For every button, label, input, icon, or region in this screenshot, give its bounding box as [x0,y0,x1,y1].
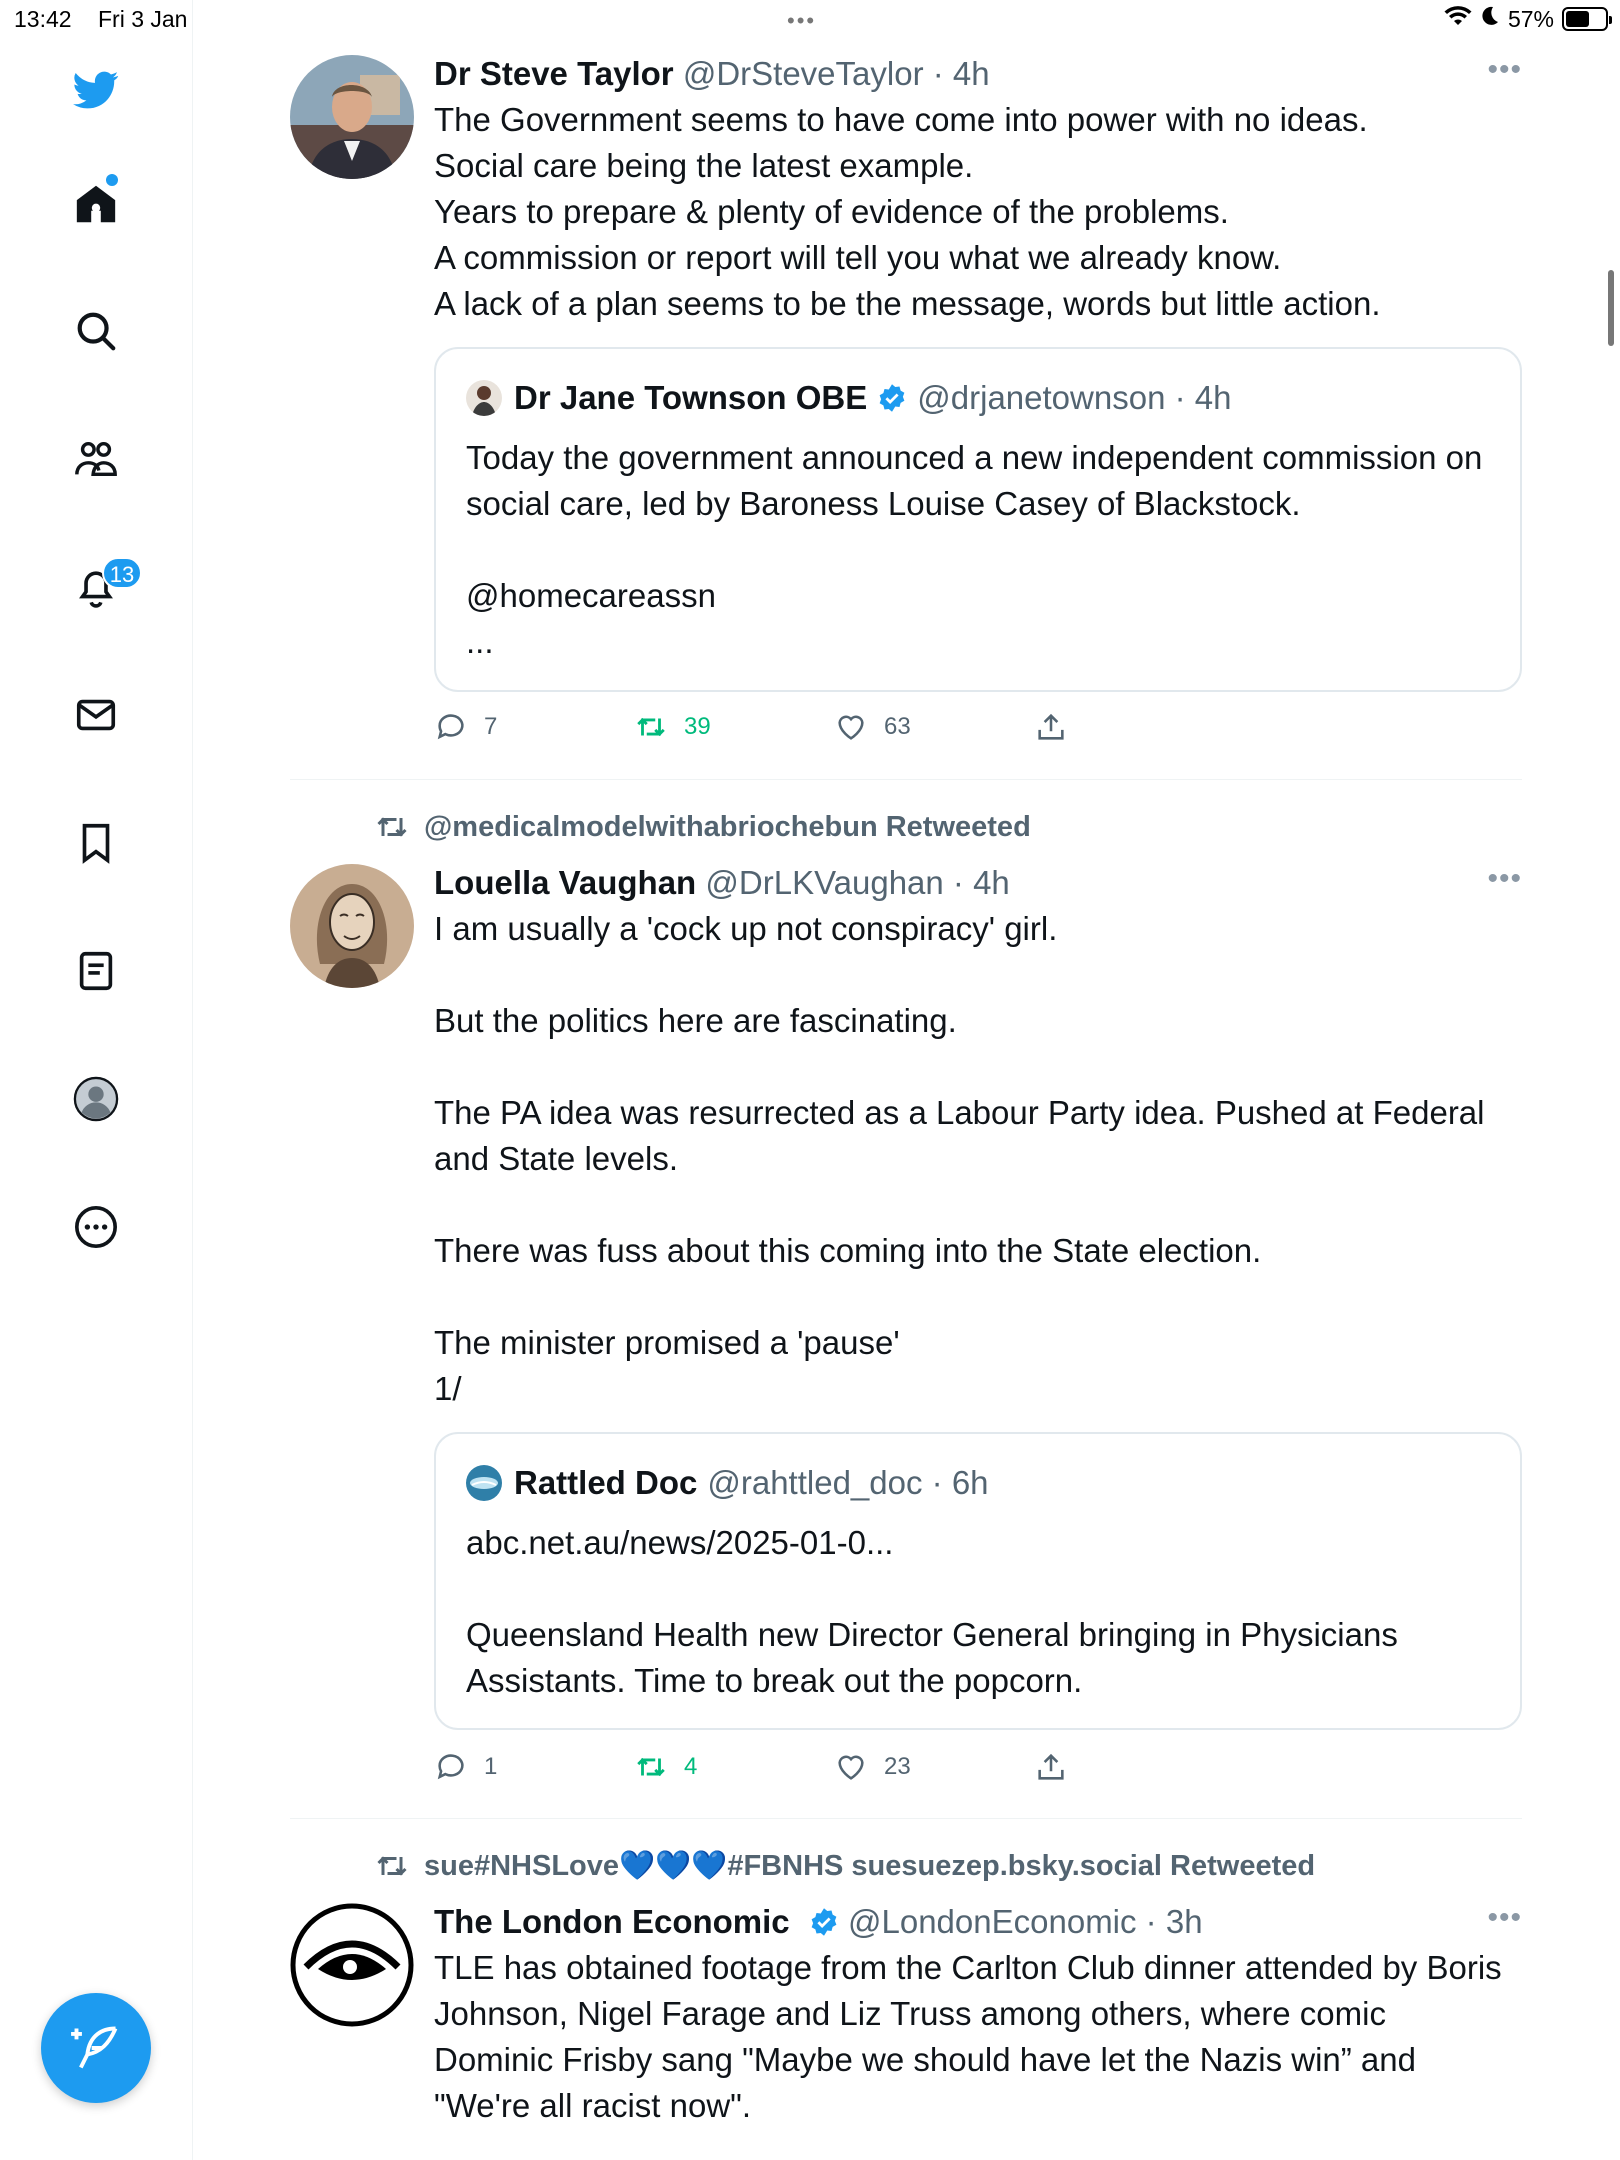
quoted-tweet[interactable]: Rattled Doc @rahttled_doc · 6h abc.net.a… [434,1432,1522,1730]
sidebar: 13 [0,0,193,2160]
reply-icon [437,1754,464,1780]
tweet-header: The London Economic @LondonEconomic · 3h [434,1903,1203,1941]
retweet-count: 4 [684,1753,698,1780]
like-button[interactable]: 63 [834,710,911,744]
more-options-icon[interactable]: ••• [1487,53,1522,87]
lists-icon[interactable] [66,941,126,1001]
reply-count: 7 [484,713,498,740]
eye-logo-icon [290,1903,414,2027]
share-icon [1038,1753,1064,1780]
compose-feather-icon [71,2026,118,2069]
multitasking-dots[interactable]: ••• [787,8,816,34]
retweeted-by-line[interactable]: sue#NHSLove💙💙💙#FBNHS suesuezep.bsky.soci… [374,1848,1315,1884]
like-button[interactable]: 23 [834,1750,911,1784]
retweet-icon [377,1856,407,1876]
quoted-handle-time: @drjanetownson · 4h [917,379,1232,416]
more-options-icon[interactable]: ••• [1487,862,1522,896]
tweet-header: Dr Steve Taylor @DrSteveTaylor · 4h [434,55,990,93]
quoted-display-name: Rattled Doc [514,1464,698,1501]
tweet[interactable]: Louella Vaughan @DrLKVaughan · 4h ••• I … [290,862,1522,1804]
bookmarks-icon[interactable] [66,813,126,873]
battery-percent: 57% [1507,5,1554,32]
tweet[interactable]: Dr Steve Taylor @DrSteveTaylor · 4h ••• … [290,53,1522,755]
retweeted-by-line[interactable]: @medicalmodelwithabriochebun Retweeted [374,809,1031,845]
quoted-display-name: Dr Jane Townson OBE [514,379,868,416]
share-button[interactable] [1034,1750,1068,1784]
search-icon[interactable] [66,301,126,361]
avatar[interactable] [290,864,414,988]
heart-icon [838,715,864,740]
more-icon[interactable] [66,1197,126,1257]
reply-icon [437,714,464,740]
reply-count: 1 [484,1753,498,1780]
tweet-text: I am usually a 'cock up not conspiracy' … [434,910,1485,1407]
quoted-tweet-text: Today the government announced a new ind… [466,439,1483,660]
retweeted-by-text: @medicalmodelwithabriochebun Retweeted [424,810,1031,843]
tweet-actions: 7 39 63 [434,710,1114,750]
quoted-tweet-header: Dr Jane Townson OBE @drjanetownson · 4h [466,379,1231,417]
quoted-tweet-header: Rattled Doc @rahttled_doc · 6h [466,1464,989,1502]
home-unread-dot [106,174,118,186]
verified-badge-icon [879,384,905,412]
tweet-header: Louella Vaughan @DrLKVaughan · 4h [434,864,1010,902]
quoted-tweet-text: abc.net.au/news/2025-01-0... Queensland … [466,1524,1398,1699]
verified-badge-icon [811,1908,837,1936]
tweet-text: The Government seems to have come into p… [434,101,1381,322]
like-count: 23 [884,1753,911,1780]
compose-tweet-button[interactable] [41,1993,151,2103]
status-bar: 13:42 Fri 3 Jan ••• 57% [0,0,1620,40]
handle-time[interactable]: @DrSteveTaylor · 4h [683,55,990,92]
reply-button[interactable]: 1 [434,1750,497,1784]
tweet-divider [290,1818,1522,1819]
quoted-avatar [466,1465,502,1501]
tweet-divider [290,779,1522,780]
retweet-button[interactable]: 4 [634,1750,697,1784]
tweet-actions: 1 4 23 [434,1750,1114,1790]
avatar[interactable] [290,55,414,179]
notifications-badge: 13 [102,557,142,589]
quoted-avatar [466,380,502,416]
retweet-icon [637,1757,665,1777]
twitter-logo-icon[interactable] [66,60,126,120]
display-name[interactable]: The London Economic [434,1903,790,1940]
wifi-icon [1444,5,1472,33]
moon-icon [1480,5,1500,33]
display-name[interactable]: Louella Vaughan [434,864,696,901]
scroll-indicator[interactable] [1608,270,1614,346]
retweet-button[interactable]: 39 [634,710,711,744]
quoted-tweet[interactable]: Dr Jane Townson OBE @drjanetownson · 4h … [434,347,1522,692]
handle-time[interactable]: @DrLKVaughan · 4h [705,864,1009,901]
retweet-icon [377,817,407,837]
battery-icon [1562,7,1612,31]
retweeted-by-text: sue#NHSLove💙💙💙#FBNHS suesuezep.bsky.soci… [424,1850,1316,1882]
heart-icon [838,1755,864,1780]
retweet-icon [637,717,665,737]
display-name[interactable]: Dr Steve Taylor [434,55,674,92]
like-count: 63 [884,713,911,740]
retweet-count: 39 [684,713,711,740]
status-right: 57% [1444,5,1612,33]
reply-button[interactable]: 7 [434,710,497,744]
avatar[interactable] [290,1903,414,2027]
quoted-handle-time: @rahttled_doc · 6h [707,1464,989,1501]
share-icon [1038,713,1064,740]
share-button[interactable] [1034,710,1068,744]
tweet-text: TLE has obtained footage from the Carlto… [434,1949,1511,2124]
tweet[interactable]: The London Economic @LondonEconomic · 3h… [290,1901,1522,2153]
more-options-icon[interactable]: ••• [1487,1901,1522,1935]
messages-icon[interactable] [66,685,126,745]
profile-avatar-icon[interactable] [66,1069,126,1129]
communities-icon[interactable] [66,429,126,489]
handle-time[interactable]: @LondonEconomic · 3h [848,1903,1203,1940]
